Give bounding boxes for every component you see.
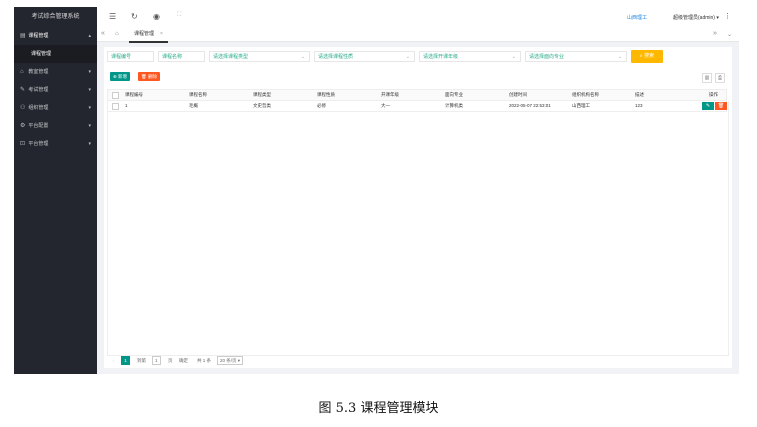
chevron-down-icon[interactable]: ⌄	[727, 31, 732, 38]
chevron-down-icon: ⌄	[617, 54, 622, 60]
menu-toggle-icon[interactable]: ☰	[109, 12, 116, 21]
total-count: 共 1 条	[197, 358, 212, 363]
figure-caption: 图 5.3 课程管理模块	[318, 401, 439, 416]
home-icon[interactable]: ⌂	[115, 31, 119, 37]
sidebar-item-exam[interactable]: ✎ 考试管理 ▾	[14, 81, 97, 99]
page-button-current[interactable]: 1	[121, 356, 130, 365]
tabs-prev-icon[interactable]: «	[101, 30, 105, 37]
refresh-icon[interactable]: ↻	[131, 12, 138, 21]
search-label: 搜索	[644, 53, 655, 59]
grade-select[interactable]: 请选择开课年级 ⌄	[419, 51, 521, 62]
col-header: 开课年级	[381, 92, 399, 97]
goto-label: 到第	[137, 358, 146, 363]
columns-icon[interactable]: ▥	[702, 73, 712, 83]
delete-label: 删除	[147, 74, 157, 79]
sidebar-item-label: 课程管理	[28, 33, 49, 39]
select-value: 请选择面向专业	[529, 54, 565, 60]
list-icon: ▤	[20, 33, 26, 39]
sidebar-item-label: 教室管理	[28, 69, 49, 75]
col-header: 描述	[635, 92, 644, 97]
fullscreen-icon[interactable]: ⛶	[177, 12, 181, 19]
sidebar-item-label: 平台配置	[28, 123, 49, 129]
sidebar-item-platform[interactable]: ⊡ 平台管理 ▾	[14, 135, 97, 153]
home-icon: ⌂	[20, 69, 24, 75]
sidebar-item-label: 考试管理	[28, 87, 49, 93]
chevron-down-icon: ▾	[88, 141, 91, 147]
org-link[interactable]: 山西理工	[627, 14, 647, 21]
tab-bar: « ⌂ 课程管理 × » ⌄	[97, 28, 739, 43]
chevron-down-icon: ⌄	[300, 54, 305, 60]
page-size-select[interactable]: 20 条/页 ▾	[217, 356, 244, 365]
col-header: 组织机构名称	[572, 92, 599, 97]
chevron-down-icon: ▾	[716, 15, 719, 21]
trash-icon: 🗑︎	[141, 74, 148, 79]
course-code-input[interactable]: 课程编号	[107, 51, 154, 62]
chevron-down-icon: ▾	[88, 69, 91, 75]
compass-icon[interactable]: ◉	[153, 12, 160, 21]
select-value: 请选择课程类型	[213, 54, 249, 60]
print-icon[interactable]: ⎙	[715, 73, 725, 83]
user-menu[interactable]: 超级管理员(admin) ▾	[673, 14, 719, 21]
chevron-up-icon: ▴	[88, 33, 91, 39]
table-body-area	[107, 101, 729, 356]
page-number-input[interactable]: 1	[152, 356, 161, 365]
col-header: 课程名称	[189, 92, 207, 97]
tab-course[interactable]: 课程管理 ×	[129, 28, 168, 43]
sidebar-subitem-course[interactable]: 课程管理	[14, 45, 97, 63]
col-header: 操作	[709, 92, 718, 97]
table-header-row: 课程编号 课程名称 课程类型 课程性质 开课年级 面向专业 创建时间 组织机构名…	[107, 89, 727, 101]
user-name: 超级管理员(admin)	[673, 15, 715, 21]
sidebar-item-config[interactable]: ⚙ 平台配置 ▾	[14, 117, 97, 135]
chevron-down-icon: ▾	[88, 123, 91, 129]
col-header: 课程编号	[125, 92, 143, 97]
sidebar-item-label: 组织管理	[28, 105, 49, 111]
add-button[interactable]: ⊕ 新增	[110, 72, 131, 81]
course-type-select[interactable]: 请选择课程类型 ⌄	[209, 51, 310, 62]
app-window: 考试综合管理系统 ▤ 课程管理 ▴ 课程管理 ⌂ 教室管理 ▾ ✎ 考试管理 ▾…	[14, 7, 739, 374]
col-header: 创建时间	[509, 92, 527, 97]
course-name-input[interactable]: 课程名称	[158, 51, 205, 62]
course-nature-select[interactable]: 请选择课程性质 ⌄	[314, 51, 415, 62]
lock-icon: ⊡	[20, 141, 26, 147]
select-value: 请选择开课年级	[423, 54, 459, 60]
users-icon: ⚇	[20, 105, 26, 111]
sidebar-item-classroom[interactable]: ⌂ 教室管理 ▾	[14, 63, 97, 81]
tab-label: 课程管理	[134, 31, 155, 37]
gear-icon: ⚙	[20, 123, 26, 129]
prev-page-button[interactable]: ‹	[113, 356, 115, 365]
add-label: 新增	[118, 74, 128, 79]
chevron-down-icon: ▾	[88, 87, 91, 93]
chevron-down-icon: ⌄	[511, 54, 516, 60]
search-button[interactable]: ⌕ 搜索	[631, 50, 663, 63]
more-icon[interactable]: ⋮	[724, 12, 731, 20]
top-header: ☰ ↻ ◉ ⛶ 山西理工 超级管理员(admin) ▾ ⋮	[97, 7, 739, 29]
select-all-checkbox[interactable]	[112, 92, 119, 99]
app-title: 考试综合管理系统	[31, 14, 80, 20]
page-unit-label: 页	[168, 358, 173, 363]
pencil-icon: ✎	[20, 87, 26, 93]
chevron-down-icon: ▾	[88, 105, 91, 111]
sidebar-item-label: 平台管理	[28, 141, 49, 147]
col-header: 课程类型	[253, 92, 271, 97]
select-value: 请选择课程性质	[318, 54, 354, 60]
sidebar: 考试综合管理系统 ▤ 课程管理 ▴ 课程管理 ⌂ 教室管理 ▾ ✎ 考试管理 ▾…	[14, 7, 97, 374]
sidebar-item-org[interactable]: ⚇ 组织管理 ▾	[14, 99, 97, 117]
col-header: 面向专业	[445, 92, 463, 97]
delete-button[interactable]: 🗑︎ 删除	[138, 72, 160, 81]
col-header: 课程性质	[317, 92, 335, 97]
close-icon[interactable]: ×	[160, 31, 163, 37]
confirm-button[interactable]: 确定	[179, 356, 188, 365]
tabs-next-icon[interactable]: »	[713, 30, 717, 37]
chevron-down-icon: ⌄	[405, 54, 410, 60]
major-select[interactable]: 请选择面向专业 ⌄	[525, 51, 627, 62]
content-panel: 课程编号 课程名称 请选择课程类型 ⌄ 请选择课程性质 ⌄ 请选择开课年级 ⌄ 请选择…	[104, 47, 732, 368]
sidebar-item-course[interactable]: ▤ 课程管理 ▴	[14, 27, 97, 45]
